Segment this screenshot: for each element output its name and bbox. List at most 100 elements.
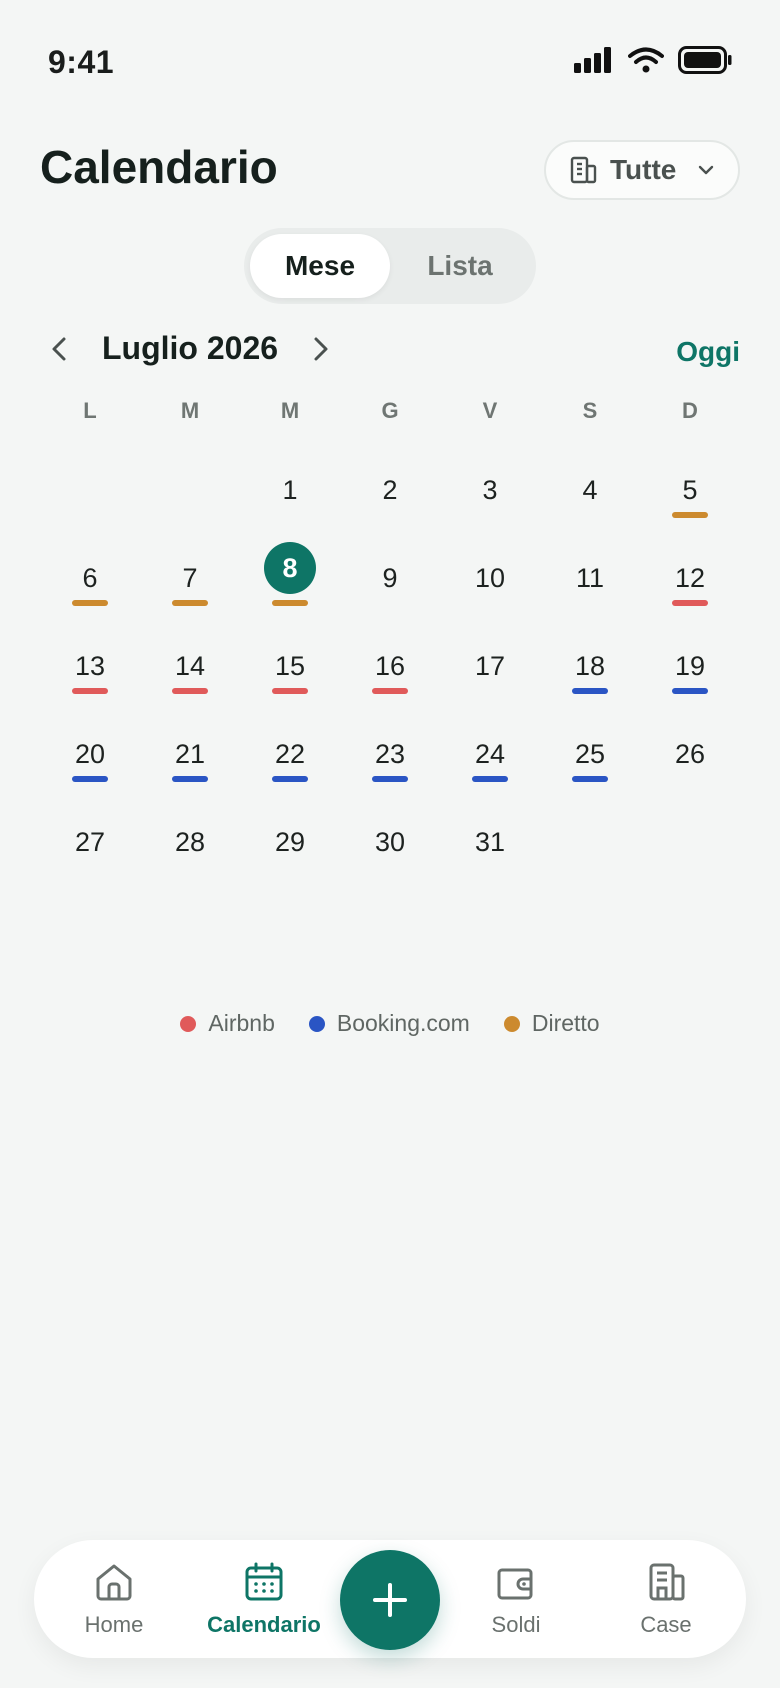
- nav-item-properties[interactable]: Case: [606, 1560, 726, 1638]
- booking-indicator-airbnb: [172, 688, 208, 694]
- calendar-day-15[interactable]: 15: [240, 626, 340, 714]
- calendar-day-6[interactable]: 6: [40, 538, 140, 626]
- day-number: 15: [274, 650, 306, 681]
- calendar-day-22[interactable]: 22: [240, 714, 340, 802]
- calendar-day-20[interactable]: 20: [40, 714, 140, 802]
- day-number: 30: [374, 826, 406, 857]
- wallet-icon: [497, 1568, 533, 1600]
- calendar-day-13[interactable]: 13: [40, 626, 140, 714]
- chevron-left-icon[interactable]: [44, 333, 76, 365]
- calendar-day-21[interactable]: 21: [140, 714, 240, 802]
- calendar-icon: [245, 1562, 283, 1601]
- nav-item-calendar[interactable]: Calendario: [204, 1560, 324, 1638]
- chevron-down-icon: [698, 165, 714, 175]
- calendar-day-3[interactable]: 3: [440, 450, 540, 538]
- day-number: 2: [382, 474, 398, 505]
- chevron-right-icon[interactable]: [304, 333, 336, 365]
- calendar-day-29[interactable]: 29: [240, 802, 340, 890]
- status-icons: [574, 46, 732, 74]
- building-icon: [570, 156, 597, 184]
- booking-indicator-booking: [272, 776, 308, 782]
- app-screen: 9:41 Calendario Tutte Mese Lista Luglio …: [0, 0, 780, 1688]
- tab-month[interactable]: Mese: [250, 234, 390, 298]
- day-number: 31: [474, 826, 506, 857]
- wifi-icon: [628, 47, 664, 73]
- calendar-day-28[interactable]: 28: [140, 802, 240, 890]
- calendar-day-8[interactable]: 8: [240, 538, 340, 626]
- legend-dot: [503, 1015, 520, 1032]
- calendar-day-14[interactable]: 14: [140, 626, 240, 714]
- booking-indicator-airbnb: [672, 600, 708, 606]
- calendar-day-16[interactable]: 16: [340, 626, 440, 714]
- booking-indicator-booking: [572, 776, 608, 782]
- legend-item-direct: Diretto: [503, 1010, 600, 1037]
- nav-item-money[interactable]: Soldi: [456, 1560, 576, 1638]
- booking-indicator-booking: [72, 776, 108, 782]
- day-number: 10: [474, 562, 506, 593]
- month-navigator: Luglio 2026: [44, 330, 336, 367]
- day-number: 25: [574, 738, 606, 769]
- weekday-label: G: [381, 398, 399, 423]
- calendar-day-30[interactable]: 30: [340, 802, 440, 890]
- calendar-day-17[interactable]: 17: [440, 626, 540, 714]
- home-icon: [96, 1564, 132, 1601]
- calendar-day-4[interactable]: 4: [540, 450, 640, 538]
- month-label: Luglio 2026: [102, 330, 279, 366]
- calendar-day-9[interactable]: 9: [340, 538, 440, 626]
- day-number: 23: [374, 738, 406, 769]
- calendar-day-19[interactable]: 19: [640, 626, 740, 714]
- calendar-day-31[interactable]: 31: [440, 802, 540, 890]
- day-number: 13: [74, 650, 106, 681]
- calendar-day-1[interactable]: 1: [240, 450, 340, 538]
- calendar-day-2[interactable]: 2: [340, 450, 440, 538]
- day-number: 21: [174, 738, 206, 769]
- day-number: 11: [575, 562, 605, 593]
- day-number: 8: [264, 542, 316, 594]
- plus-icon: [373, 1583, 407, 1617]
- calendar-day-7[interactable]: 7: [140, 538, 240, 626]
- calendar-day-18[interactable]: 18: [540, 626, 640, 714]
- day-number: 29: [274, 826, 306, 857]
- calendar-day-empty: [140, 450, 240, 538]
- booking-indicator-booking: [372, 776, 408, 782]
- calendar-day-23[interactable]: 23: [340, 714, 440, 802]
- status-time: 9:41: [48, 44, 115, 80]
- legend-dot: [180, 1015, 197, 1032]
- property-filter-button[interactable]: Tutte: [544, 140, 740, 200]
- booking-source-legend: Airbnb Booking.com Diretto: [0, 1010, 780, 1037]
- day-number: 12: [674, 562, 706, 593]
- nav-item-home[interactable]: Home: [54, 1560, 174, 1638]
- day-number: 14: [174, 650, 206, 681]
- calendar-day-26[interactable]: 26: [640, 714, 740, 802]
- day-number: 28: [174, 826, 206, 857]
- calendar-day-empty: [40, 450, 140, 538]
- today-link[interactable]: Oggi: [676, 336, 740, 368]
- booking-indicator-diretto: [272, 600, 308, 606]
- booking-indicator-airbnb: [72, 688, 108, 694]
- tab-list[interactable]: Lista: [390, 234, 530, 298]
- legend-dot: [308, 1015, 325, 1032]
- filter-label: Tutte: [610, 154, 677, 185]
- calendar-day-11[interactable]: 11: [540, 538, 640, 626]
- battery-icon: [678, 46, 732, 74]
- building-icon: [649, 1563, 685, 1601]
- booking-indicator-booking: [172, 776, 208, 782]
- calendar-day-27[interactable]: 27: [40, 802, 140, 890]
- day-number: 5: [682, 474, 698, 505]
- legend-item-booking: Booking.com: [308, 1010, 470, 1037]
- calendar-day-12[interactable]: 12: [640, 538, 740, 626]
- day-number: 6: [82, 562, 98, 593]
- booking-indicator-booking: [572, 688, 608, 694]
- day-number: 27: [74, 826, 106, 857]
- weekday-label: L: [83, 398, 97, 423]
- legend-label: Booking.com: [336, 1010, 470, 1036]
- calendar-day-25[interactable]: 25: [540, 714, 640, 802]
- add-button[interactable]: [340, 1550, 440, 1650]
- day-number: 16: [374, 650, 406, 681]
- legend-item-airbnb: Airbnb: [180, 1010, 275, 1037]
- calendar-day-5[interactable]: 5: [640, 450, 740, 538]
- booking-indicator-diretto: [72, 600, 108, 606]
- calendar-day-10[interactable]: 10: [440, 538, 540, 626]
- calendar-day-24[interactable]: 24: [440, 714, 540, 802]
- day-number: 18: [574, 650, 606, 681]
